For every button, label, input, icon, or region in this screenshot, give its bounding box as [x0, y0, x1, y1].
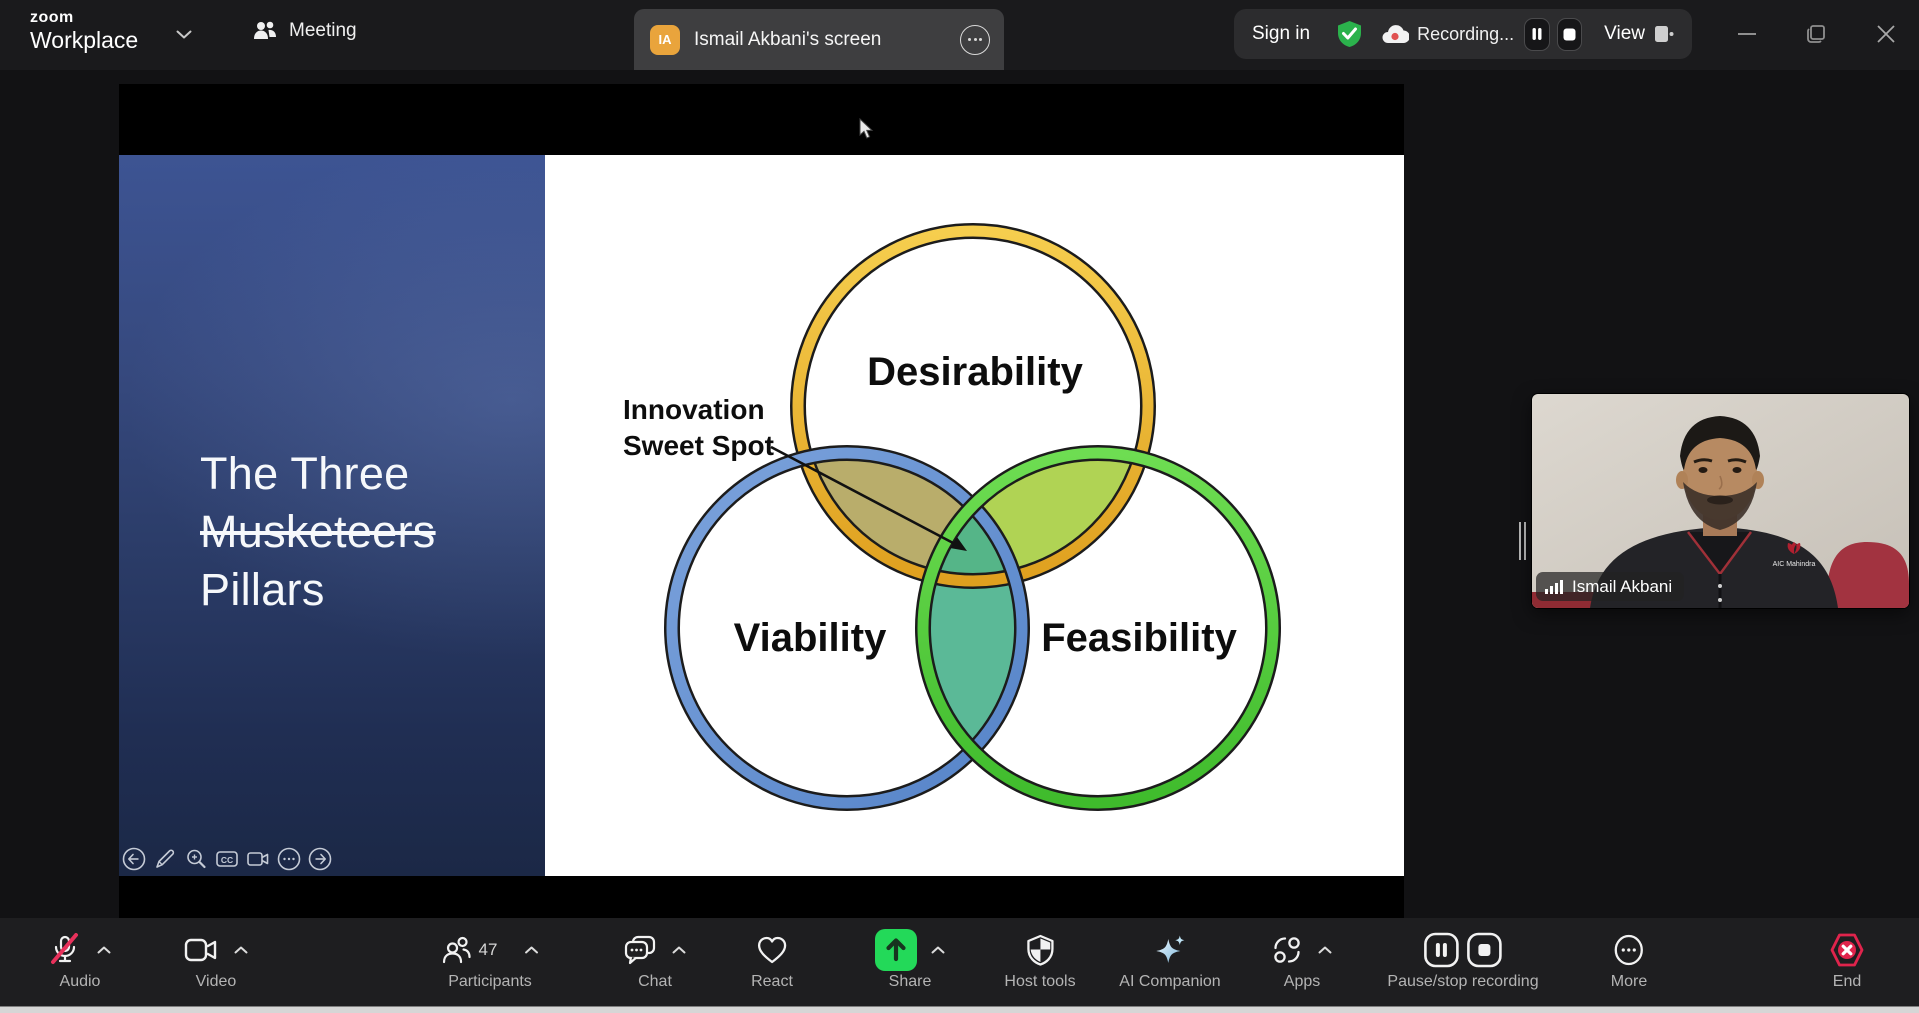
audio-button[interactable]: Audio	[49, 918, 111, 1006]
slide-left-panel: The Three Musketeers Pillars CC	[119, 155, 545, 876]
video-options-chevron-icon[interactable]	[234, 946, 248, 954]
shared-screen-view: The Three Musketeers Pillars CC	[119, 84, 1404, 918]
venn-note-line1: Innovation	[623, 394, 765, 425]
minimize-button[interactable]	[1726, 16, 1768, 52]
thumbnail-drag-handle[interactable]	[1519, 522, 1527, 560]
workspace-switcher-chevron-icon[interactable]	[176, 30, 192, 39]
stop-recording-button[interactable]	[1557, 18, 1582, 51]
tab-meeting-label: Meeting	[289, 20, 357, 42]
react-button[interactable]: React	[751, 918, 793, 1006]
next-slide-button[interactable]	[308, 847, 332, 871]
apps-icon	[1272, 935, 1302, 965]
title-bar: zoom Workplace Meeting IA Ismail Akbani'…	[0, 0, 1919, 70]
participants-options-chevron-icon[interactable]	[524, 946, 538, 954]
zoom-workplace-logo: zoom Workplace	[30, 9, 138, 53]
venn-label-feasibility: Feasibility	[1041, 616, 1237, 660]
sign-in-button[interactable]: Sign in	[1252, 23, 1310, 45]
more-button[interactable]: More	[1611, 918, 1647, 1006]
close-button[interactable]	[1865, 16, 1907, 52]
annotate-pencil-button[interactable]	[153, 847, 177, 871]
participants-count: 47	[479, 940, 498, 960]
meeting-toolbar: Audio Video 47	[0, 918, 1919, 1006]
host-tools-shield-icon	[1026, 934, 1054, 966]
slide-title-line3: Pillars	[200, 561, 436, 619]
mouse-cursor	[859, 118, 875, 140]
share-button[interactable]: Share	[875, 918, 945, 1006]
connection-signal-icon	[1545, 579, 1563, 594]
tab-options-ellipsis-icon[interactable]	[960, 25, 990, 55]
participant-video-tile[interactable]: AIC Mahindra Ismail Akbani	[1532, 394, 1909, 608]
apps-options-chevron-icon[interactable]	[1318, 946, 1332, 954]
camera-button[interactable]	[246, 847, 270, 871]
slide-title-line1: The Three	[200, 445, 436, 503]
participants-icon	[442, 935, 472, 965]
tab-screen-share-label: Ismail Akbani's screen	[694, 29, 960, 51]
slide-title-line2-struck: Musketeers	[200, 503, 436, 561]
recording-status-text: Recording...	[1417, 24, 1514, 45]
previous-slide-button[interactable]	[122, 847, 146, 871]
zoom-logo-text: zoom	[30, 9, 138, 27]
meeting-status-cluster: Sign in Recording... View	[1234, 9, 1692, 59]
venn-note-line2: Sweet Spot	[623, 430, 774, 461]
shirt-text: AIC Mahindra	[1773, 561, 1816, 568]
video-camera-icon	[184, 936, 218, 964]
video-button[interactable]: Video	[184, 918, 248, 1006]
end-meeting-icon	[1826, 932, 1868, 968]
presentation-slide: The Three Musketeers Pillars CC	[119, 155, 1404, 876]
taskbar-edge	[0, 1006, 1919, 1013]
maximize-button[interactable]	[1795, 16, 1837, 52]
chat-button[interactable]: Chat	[624, 918, 686, 1006]
share-screen-icon	[875, 929, 917, 971]
host-tools-button[interactable]: Host tools	[1004, 918, 1075, 1006]
share-options-chevron-icon[interactable]	[931, 946, 945, 954]
heart-icon	[756, 935, 788, 965]
workplace-text: Workplace	[30, 27, 138, 53]
more-ellipsis-icon	[1613, 934, 1645, 966]
pause-recording-icon[interactable]	[1423, 932, 1459, 968]
cloud-recording-icon	[1381, 23, 1409, 45]
svg-text:CC: CC	[221, 855, 233, 865]
ai-companion-sparkle-icon	[1153, 934, 1187, 966]
more-options-button[interactable]	[277, 847, 301, 871]
participants-button[interactable]: 47 Participants	[442, 918, 539, 1006]
venn-label-viability: Viability	[734, 616, 887, 660]
venn-label-desirability: Desirability	[867, 350, 1083, 394]
avatar: IA	[650, 25, 680, 55]
closed-captions-button[interactable]: CC	[215, 847, 239, 871]
chat-options-chevron-icon[interactable]	[672, 946, 686, 954]
zoom-window: zoom Workplace Meeting IA Ismail Akbani'…	[0, 0, 1919, 1013]
tab-screen-share[interactable]: IA Ismail Akbani's screen	[634, 9, 1004, 70]
presenter-toolbar: CC	[122, 847, 332, 871]
venn-diagram: Desirability Viability Feasibility Innov…	[545, 155, 1404, 876]
chat-icon	[624, 935, 656, 965]
participant-name: Ismail Akbani	[1572, 577, 1672, 597]
view-layout-icon[interactable]	[1654, 25, 1674, 43]
security-shield-icon[interactable]	[1336, 20, 1363, 48]
zoom-magnifier-button[interactable]	[184, 847, 208, 871]
pause-recording-button[interactable]	[1524, 18, 1549, 51]
participant-name-tag: Ismail Akbani	[1536, 572, 1684, 601]
people-icon	[252, 19, 278, 43]
ai-companion-button[interactable]: AI Companion	[1119, 918, 1220, 1006]
stop-recording-icon[interactable]	[1466, 932, 1502, 968]
audio-options-chevron-icon[interactable]	[97, 946, 111, 954]
microphone-muted-icon	[49, 933, 81, 967]
end-meeting-button[interactable]: End	[1826, 918, 1868, 1006]
pause-stop-recording-button[interactable]: Pause/stop recording	[1387, 918, 1538, 1006]
view-button[interactable]: View	[1604, 23, 1645, 45]
slide-title: The Three Musketeers Pillars	[200, 445, 436, 619]
apps-button[interactable]: Apps	[1272, 918, 1332, 1006]
tab-meeting[interactable]: Meeting	[252, 19, 357, 43]
